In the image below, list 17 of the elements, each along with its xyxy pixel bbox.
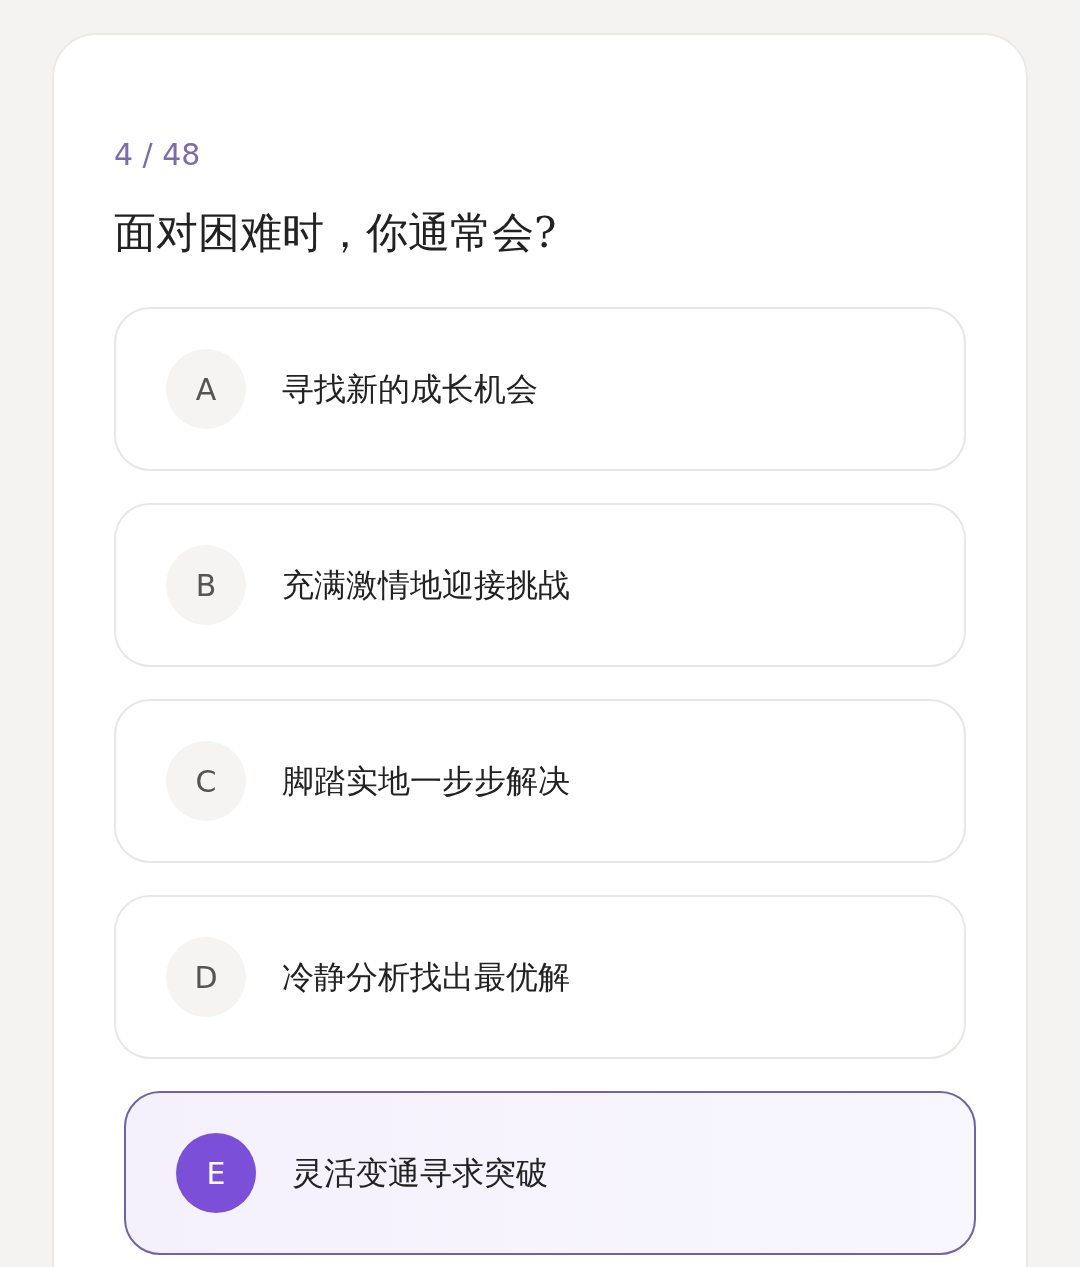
option-letter-badge: B bbox=[166, 545, 246, 625]
option-text: 脚踏实地一步步解决 bbox=[282, 761, 570, 802]
option-text: 灵活变通寻求突破 bbox=[292, 1153, 548, 1194]
option-text: 寻找新的成长机会 bbox=[282, 369, 538, 410]
answer-option[interactable]: A 寻找新的成长机会 bbox=[114, 307, 966, 471]
answer-option[interactable]: B 充满激情地迎接挑战 bbox=[114, 503, 966, 667]
progress-counter: 4 / 48 bbox=[114, 136, 201, 174]
answer-option[interactable]: D 冷静分析找出最优解 bbox=[114, 895, 966, 1059]
answer-option[interactable]: C 脚踏实地一步步解决 bbox=[114, 699, 966, 863]
answer-option[interactable]: E 灵活变通寻求突破 bbox=[124, 1091, 976, 1255]
option-text: 充满激情地迎接挑战 bbox=[282, 565, 570, 606]
option-text: 冷静分析找出最优解 bbox=[282, 957, 570, 998]
option-letter-badge: C bbox=[166, 741, 246, 821]
option-letter-badge: E bbox=[176, 1133, 256, 1213]
question-text: 面对困难时，你通常会? bbox=[114, 207, 557, 259]
option-letter-badge: D bbox=[166, 937, 246, 1017]
option-letter-badge: A bbox=[166, 349, 246, 429]
